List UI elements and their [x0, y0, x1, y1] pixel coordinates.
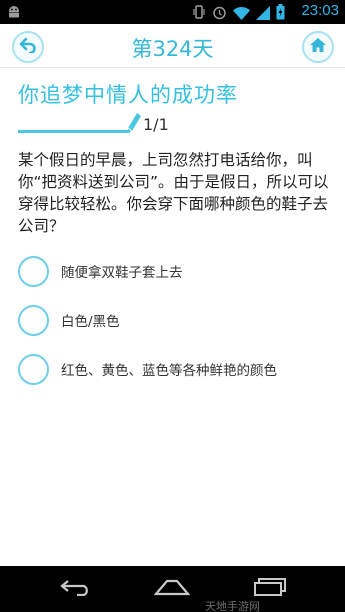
watermark: 天地手游网 [205, 600, 260, 612]
header: 第324天 [0, 24, 345, 68]
question-text: 某个假日的早晨，上司忽然打电话给你，叫你“把资料送到公司”。由于是假日，所以可以… [18, 151, 329, 235]
pencil-icon [126, 112, 142, 138]
option-label: 白色/黑色 [61, 314, 120, 330]
back-nav-icon [59, 578, 93, 600]
radio-button[interactable] [18, 353, 49, 385]
status-time: 23:03 [301, 2, 339, 19]
option-2[interactable]: 白色/黑色 [18, 304, 328, 336]
option-label: 红色、黄色、蓝色等各种鲜艳的颜色 [61, 363, 277, 379]
option-1[interactable]: 随便拿双鞋子套上去 [18, 255, 328, 287]
option-3[interactable]: 红色、黄色、蓝色等各种鲜艳的颜色 [18, 353, 328, 385]
alarm-icon [212, 5, 227, 24]
page-title: 第324天 [131, 37, 214, 61]
navigation-bar [0, 566, 345, 612]
option-label: 随便拿双鞋子套上去 [61, 265, 183, 281]
android-icon [6, 4, 22, 23]
home-nav-icon [153, 578, 191, 600]
home-nav-button[interactable] [152, 576, 192, 602]
vibrate-icon [192, 4, 206, 24]
home-icon [309, 37, 327, 57]
wifi-icon [233, 5, 250, 24]
back-nav-button[interactable] [56, 576, 96, 602]
battery-icon [276, 4, 285, 24]
progress-underline [18, 130, 130, 133]
quiz-title: 你追梦中情人的成功率 [18, 83, 238, 107]
radio-button[interactable] [18, 255, 49, 287]
progress-counter: 1/1 [143, 115, 169, 134]
status-bar: 23:03 [0, 0, 345, 24]
radio-button[interactable] [18, 304, 49, 336]
home-button[interactable] [302, 31, 334, 63]
signal-icon [256, 5, 270, 24]
